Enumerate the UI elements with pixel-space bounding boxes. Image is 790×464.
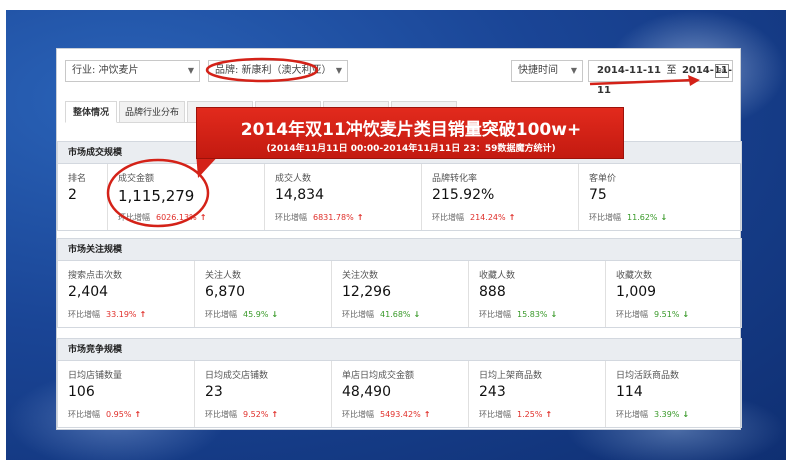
sales-highlight-ellipse [106, 158, 210, 228]
annotation-overlay [106, 57, 700, 228]
banner-subtitle: (2014年11月11日 00:00-2014年11月11日 23：59数据魔方… [266, 144, 556, 154]
arrow-right-icon [688, 75, 700, 86]
brand-highlight-ellipse [205, 57, 319, 83]
highlight-banner: 2014年双11冲饮麦片类目销量突破100w+ (2014年11月11日 00:… [196, 107, 624, 159]
banner-title: 2014年双11冲饮麦片类目销量突破100w+ [240, 120, 582, 140]
date-arrow-line [589, 78, 696, 86]
